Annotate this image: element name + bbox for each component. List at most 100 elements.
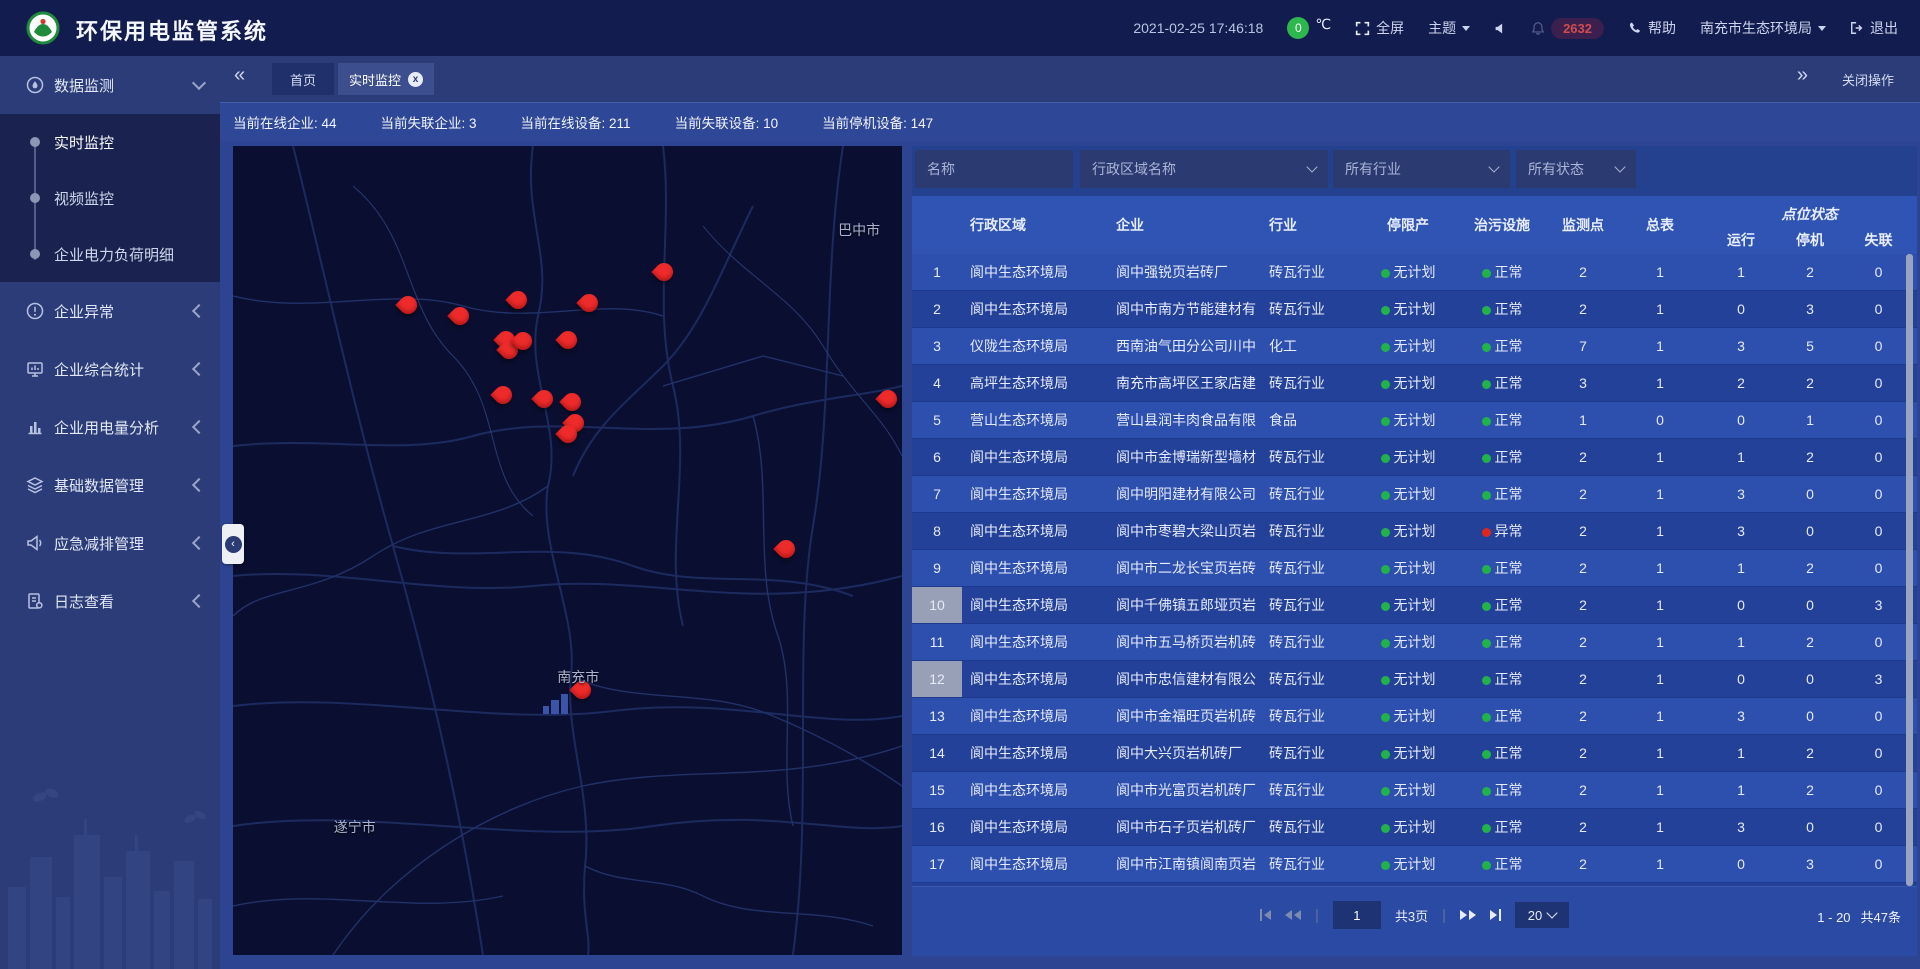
notification-widget[interactable]: 2632: [1531, 18, 1604, 39]
points-cell: 2: [1548, 560, 1618, 576]
run-count-cell: 2: [1702, 375, 1780, 391]
table-row[interactable]: 6阆中生态环境局阆中市金博瑞新型墙材砖瓦行业无计划正常21120: [912, 439, 1917, 476]
theme-dropdown[interactable]: 主题: [1428, 18, 1470, 38]
row-number-cell[interactable]: 2: [912, 291, 962, 327]
table-row[interactable]: 11阆中生态环境局阆中市五马桥页岩机砖砖瓦行业无计划正常21120: [912, 624, 1917, 661]
industry-cell: 食品: [1256, 410, 1360, 430]
sidebar-item-6[interactable]: 日志查看: [0, 572, 220, 630]
run-count-cell: 1: [1702, 449, 1780, 465]
map-pin[interactable]: [579, 293, 599, 319]
row-number-cell[interactable]: 10: [912, 587, 962, 623]
help-button[interactable]: 帮助: [1628, 18, 1676, 38]
sidebar-item-4[interactable]: 基础数据管理: [0, 456, 220, 514]
run-count-cell: 1: [1702, 634, 1780, 650]
row-number-cell[interactable]: 8: [912, 513, 962, 549]
column-header: 监测点: [1548, 196, 1618, 254]
sidebar-item-2[interactable]: 企业综合统计: [0, 340, 220, 398]
row-number-cell[interactable]: 12: [912, 661, 962, 697]
row-number-cell[interactable]: 3: [912, 328, 962, 364]
table-scrollbar[interactable]: [1906, 254, 1913, 886]
sidebar-item-3[interactable]: 企业用电量分析: [0, 398, 220, 456]
table-row[interactable]: 17阆中生态环境局阆中市江南镇阆南页岩砖瓦行业无计划正常21030: [912, 846, 1917, 883]
region-select[interactable]: 行政区域名称: [1080, 150, 1328, 188]
table-row[interactable]: 2阆中生态环境局阆中市南方节能建材有砖瓦行业无计划正常21030: [912, 291, 1917, 328]
table-row[interactable]: 3仪陇生态环境局西南油气田分公司川中化工无计划正常71350: [912, 328, 1917, 365]
industry-cell: 化工: [1256, 336, 1360, 356]
map-pin[interactable]: [878, 389, 898, 415]
row-number-cell[interactable]: 9: [912, 550, 962, 586]
table-row[interactable]: 13阆中生态环境局阆中市金福旺页岩机砖砖瓦行业无计划正常21300: [912, 698, 1917, 735]
status-dot-icon: [1482, 861, 1491, 870]
sidebar-subitem[interactable]: 视频监控: [0, 170, 220, 226]
map-pin[interactable]: [558, 330, 578, 356]
map-pin[interactable]: [558, 424, 578, 450]
row-number-cell[interactable]: 14: [912, 735, 962, 771]
table-row[interactable]: 7阆中生态环境局阆中明阳建材有限公司砖瓦行业无计划正常21300: [912, 476, 1917, 513]
map-pin[interactable]: [654, 262, 674, 288]
table-row[interactable]: 10阆中生态环境局阆中千佛镇五郎垭页岩砖瓦行业无计划正常21003: [912, 587, 1917, 624]
row-number-cell[interactable]: 13: [912, 698, 962, 734]
map-pin[interactable]: [450, 306, 470, 332]
map-pin[interactable]: [508, 290, 528, 316]
sidebar-item-1[interactable]: 企业异常: [0, 282, 220, 340]
row-number-cell[interactable]: 7: [912, 476, 962, 512]
sidebar-item-0[interactable]: 数据监测: [0, 56, 220, 114]
table-row[interactable]: 12阆中生态环境局阆中市忠信建材有限公砖瓦行业无计划正常21003: [912, 661, 1917, 698]
row-number-cell[interactable]: 11: [912, 624, 962, 660]
logout-button[interactable]: 退出: [1850, 18, 1898, 38]
map-pin[interactable]: [534, 389, 554, 415]
row-number-cell[interactable]: 6: [912, 439, 962, 475]
row-number-cell[interactable]: 16: [912, 809, 962, 845]
next-page-button[interactable]: [1460, 910, 1476, 920]
tabs-scroll-left-icon[interactable]: «: [234, 64, 245, 87]
row-number-cell[interactable]: 1: [912, 254, 962, 290]
table-row[interactable]: 8阆中生态环境局阆中市枣碧大梁山页岩砖瓦行业无计划异常21300: [912, 513, 1917, 550]
sidebar-item-5[interactable]: 应急减排管理: [0, 514, 220, 572]
status-dot-icon: [1482, 676, 1491, 685]
map-pin[interactable]: [493, 385, 513, 411]
status-dot-icon: [1381, 417, 1390, 426]
first-page-button[interactable]: [1260, 909, 1271, 921]
map-pin[interactable]: [513, 331, 533, 357]
table-row[interactable]: 15阆中生态环境局阆中市光富页岩机砖厂砖瓦行业无计划正常21120: [912, 772, 1917, 809]
row-number-cell[interactable]: 15: [912, 772, 962, 808]
table-row[interactable]: 4高坪生态环境局南充市高坪区王家店建砖瓦行业无计划正常31220: [912, 365, 1917, 402]
tab-home[interactable]: 首页: [272, 63, 334, 95]
voice-broadcast-icon[interactable]: [1494, 22, 1507, 35]
table-row[interactable]: 5营山生态环境局营山县润丰肉食品有限食品无计划正常10010: [912, 402, 1917, 439]
table-row[interactable]: 9阆中生态环境局阆中市二龙长宝页岩砖砖瓦行业无计划正常21120: [912, 550, 1917, 587]
chevron-down-icon: [1614, 161, 1625, 172]
facility-status-cell: 正常: [1456, 854, 1548, 874]
row-number-cell[interactable]: 17: [912, 846, 962, 882]
industry-cell: 砖瓦行业: [1256, 262, 1360, 282]
table-row[interactable]: 14阆中生态环境局阆中大兴页岩机砖厂砖瓦行业无计划正常21120: [912, 735, 1917, 772]
close-icon[interactable]: x: [408, 72, 423, 87]
map-panel[interactable]: 巴中市南充市遂宁市 ‹: [233, 146, 902, 955]
tabs-scroll-right-icon[interactable]: »: [1797, 64, 1808, 87]
fullscreen-button[interactable]: 全屏: [1355, 18, 1404, 38]
row-number-cell[interactable]: 5: [912, 402, 962, 438]
tab-realtime-monitor[interactable]: 实时监控 x: [338, 63, 434, 95]
org-dropdown[interactable]: 南充市生态环境局: [1700, 18, 1826, 38]
page-size-select[interactable]: 20: [1515, 902, 1569, 928]
stop-count-cell: 0: [1780, 523, 1840, 539]
sidebar-subitem[interactable]: 企业电力负荷明细: [0, 226, 220, 282]
map-pin[interactable]: [776, 539, 796, 565]
row-number-cell[interactable]: 4: [912, 365, 962, 401]
previous-page-button[interactable]: [1285, 910, 1301, 920]
industry-select[interactable]: 所有行业: [1333, 150, 1510, 188]
sidebar-subitem[interactable]: 实时监控: [0, 114, 220, 170]
table-row[interactable]: 16阆中生态环境局阆中市石子页岩机砖厂砖瓦行业无计划正常21300: [912, 809, 1917, 846]
points-cell: 1: [1548, 412, 1618, 428]
map-collapse-handle[interactable]: ‹: [222, 524, 244, 564]
page-number-input[interactable]: [1333, 901, 1381, 929]
close-operations-button[interactable]: 关闭操作: [1842, 70, 1894, 89]
last-page-button[interactable]: [1490, 909, 1501, 921]
map-pin[interactable]: [398, 295, 418, 321]
name-search-input[interactable]: [915, 150, 1073, 188]
points-cell: 2: [1548, 486, 1618, 502]
table-row[interactable]: 1阆中生态环境局阆中强锐页岩砖厂砖瓦行业无计划正常21120: [912, 254, 1917, 291]
status-select[interactable]: 所有状态: [1516, 150, 1636, 188]
status-dot-icon: [1381, 713, 1390, 722]
points-cell: 2: [1548, 597, 1618, 613]
